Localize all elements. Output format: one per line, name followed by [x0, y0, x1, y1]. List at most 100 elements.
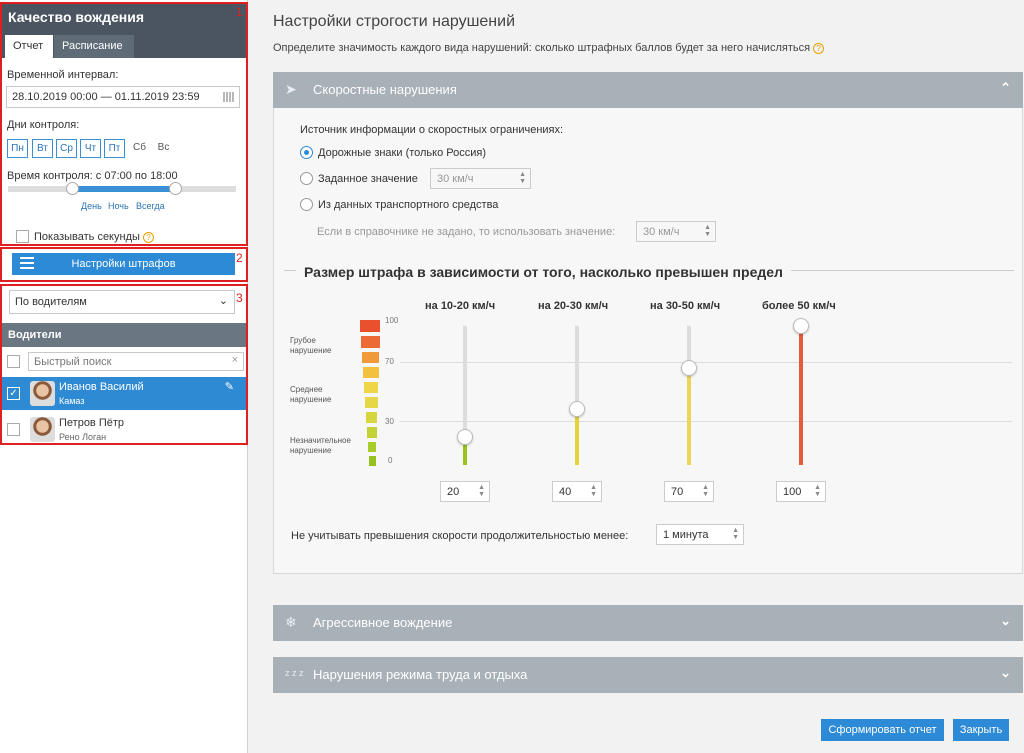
- radio-road-signs[interactable]: [300, 146, 313, 159]
- chevron-down-icon[interactable]: ⌄: [1000, 665, 1011, 681]
- driver-vehicle: Рено Логан: [59, 432, 107, 442]
- fine-value: 100: [783, 486, 802, 498]
- show-seconds-label: Показывать секунды ?: [34, 231, 154, 243]
- chevron-down-icon[interactable]: ⌄: [1000, 613, 1011, 629]
- column-title: на 30-50 км/ч: [650, 300, 721, 312]
- scale-0: 0: [388, 456, 393, 465]
- day-toggle-wed[interactable]: Ср: [56, 139, 77, 158]
- fine-value: 70: [671, 486, 684, 498]
- fine-input-30-50[interactable]: 70 ▲ ▼: [664, 481, 714, 502]
- guide-line-30: [400, 421, 1012, 422]
- driver-name: Петров Пётр: [59, 417, 125, 429]
- fallback-speed-input[interactable]: 30 км/ч ▲ ▼: [636, 221, 716, 242]
- section-speed-header[interactable]: ➤ Скоростные нарушения ⌃: [273, 72, 1023, 108]
- drivers-header: Водители: [2, 323, 246, 347]
- annotation-number-3: 3: [236, 291, 243, 305]
- driver-name: Иванов Василий: [59, 381, 144, 393]
- help-icon[interactable]: ?: [813, 42, 825, 54]
- spinner-arrows-icon[interactable]: ▲ ▼: [519, 171, 526, 185]
- spinner-arrows-icon[interactable]: ▲ ▼: [478, 484, 485, 498]
- select-all-checkbox[interactable]: [7, 355, 20, 368]
- section-title: Скоростные нарушения: [313, 82, 457, 97]
- help-icon[interactable]: ?: [142, 231, 154, 243]
- radio-vehicle-data[interactable]: [300, 198, 313, 211]
- duration-select[interactable]: 1 минута ▲ ▼: [656, 524, 744, 545]
- fine-slider-fill: [799, 326, 803, 465]
- calendar-icon[interactable]: [223, 92, 235, 102]
- fixed-speed-input[interactable]: 30 км/ч ▲ ▼: [430, 168, 531, 189]
- time-slider-range: [72, 186, 175, 192]
- tab-schedule[interactable]: Расписание: [54, 35, 134, 58]
- column-title: на 10-20 км/ч: [425, 300, 496, 312]
- preset-always-link[interactable]: Всегда: [136, 201, 165, 211]
- fine-input-20-30[interactable]: 40 ▲ ▼: [552, 481, 602, 502]
- driver-vehicle: Камаз: [59, 396, 85, 406]
- scale-30: 30: [385, 417, 394, 426]
- interval-value: 28.10.2019 00:00 — 01.11.2019 23:59: [12, 91, 200, 103]
- column-title: более 50 км/ч: [762, 300, 836, 312]
- section-rest-header[interactable]: z z z Нарушения режима труда и отдыха ⌄: [273, 657, 1023, 693]
- fines-settings-button[interactable]: Настройки штрафов: [12, 253, 235, 275]
- section-title: Нарушения режима труда и отдыха: [313, 667, 528, 682]
- spinner-arrows-icon[interactable]: ▲ ▼: [590, 484, 597, 498]
- source-label: Источник информации о скоростных огранич…: [300, 124, 564, 136]
- edit-icon[interactable]: ✎: [225, 380, 234, 393]
- fines-button-label: Настройки штрафов: [71, 258, 176, 270]
- day-toggle-fri[interactable]: Пт: [104, 139, 125, 158]
- fine-slider-fill: [687, 367, 691, 465]
- annotation-number-1: 1: [236, 5, 243, 19]
- time-slider-start-handle[interactable]: [66, 182, 79, 195]
- interval-input[interactable]: 28.10.2019 00:00 — 01.11.2019 23:59: [6, 86, 240, 108]
- driver-checkbox[interactable]: [7, 423, 20, 436]
- guide-line-70: [400, 362, 1012, 363]
- radio-fixed-value-label: Заданное значение: [318, 173, 418, 185]
- driver-row[interactable]: ✓ Иванов Василий Камаз ✎: [2, 377, 246, 410]
- annotation-number-2: 2: [236, 251, 243, 265]
- day-toggle-thu[interactable]: Чт: [80, 139, 101, 158]
- column-title: на 20-30 км/ч: [538, 300, 609, 312]
- day-toggle-sun[interactable]: Вс: [153, 139, 174, 158]
- spinner-arrows-icon[interactable]: ▲ ▼: [732, 527, 739, 541]
- preset-day-link[interactable]: День: [81, 201, 102, 211]
- driver-checkbox[interactable]: ✓: [7, 387, 20, 400]
- fine-section-title: Размер штрафа в зависимости от того, нас…: [296, 264, 791, 280]
- show-seconds-checkbox[interactable]: [16, 230, 29, 243]
- close-button[interactable]: Закрыть: [953, 719, 1009, 741]
- fallback-speed-value: 30 км/ч: [643, 226, 680, 238]
- time-slider-end-handle[interactable]: [169, 182, 182, 195]
- clear-icon[interactable]: ×: [232, 354, 238, 366]
- day-toggle-sat[interactable]: Сб: [129, 139, 150, 158]
- fine-slider-handle[interactable]: [793, 318, 809, 334]
- search-input[interactable]: Быстрый поиск ×: [28, 352, 244, 371]
- fine-input-10-20[interactable]: 20 ▲ ▼: [440, 481, 490, 502]
- preset-night-link[interactable]: Ночь: [108, 201, 129, 211]
- duration-label: Не учитывать превышения скорости продолж…: [291, 530, 629, 542]
- chevron-up-icon[interactable]: ⌃: [1000, 80, 1011, 96]
- day-toggle-tue[interactable]: Вт: [32, 139, 53, 158]
- chevron-down-icon: ⌄: [218, 295, 228, 307]
- scale-70: 70: [385, 357, 394, 366]
- section-aggressive-header[interactable]: ❄ Агрессивное вождение ⌄: [273, 605, 1023, 641]
- interval-label: Временной интервал:: [7, 69, 119, 81]
- group-select[interactable]: По водителям ⌄: [9, 290, 235, 314]
- sleep-icon: z z z: [285, 668, 304, 678]
- spinner-arrows-icon[interactable]: ▲ ▼: [814, 484, 821, 498]
- avatar: [30, 381, 55, 406]
- tab-report[interactable]: Отчет: [5, 35, 53, 58]
- generate-report-button[interactable]: Сформировать отчет: [821, 719, 944, 741]
- search-placeholder: Быстрый поиск: [34, 356, 112, 368]
- report-panel: Качество вождения Отчет Расписание Време…: [0, 0, 248, 753]
- fixed-speed-value: 30 км/ч: [437, 173, 474, 185]
- day-toggle-mon[interactable]: Пн: [7, 139, 28, 158]
- fine-input-over-50[interactable]: 100 ▲ ▼: [776, 481, 826, 502]
- page-subtitle: Определите значимость каждого вида наруш…: [273, 42, 825, 54]
- radio-road-signs-label: Дорожные знаки (только Россия): [318, 147, 487, 159]
- radio-fixed-value[interactable]: [300, 172, 313, 185]
- spinner-arrows-icon[interactable]: ▲ ▼: [702, 484, 709, 498]
- rocket-icon: ➤: [285, 81, 297, 97]
- fine-slider-fill: [575, 409, 579, 465]
- driver-row[interactable]: Петров Пётр Рено Логан: [2, 413, 246, 446]
- spinner-arrows-icon[interactable]: ▲ ▼: [704, 224, 711, 238]
- fine-slider-handle[interactable]: [681, 359, 697, 376]
- fine-value: 40: [559, 486, 572, 498]
